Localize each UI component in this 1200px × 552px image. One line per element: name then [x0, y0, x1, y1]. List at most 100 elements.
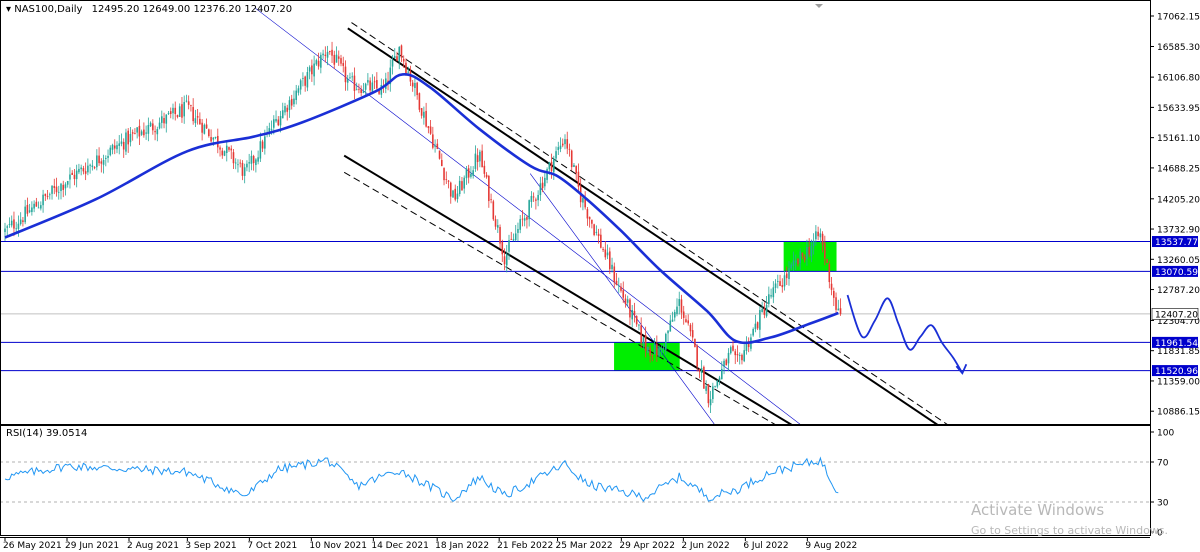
y-tick-label: 13732.90: [1157, 226, 1200, 236]
demand-zone[interactable]: [614, 342, 680, 371]
candle-body: [297, 88, 300, 93]
candle-body: [35, 201, 38, 207]
candle-body: [609, 251, 611, 270]
level-price-label: 11520.96: [1155, 367, 1198, 377]
candle-body: [429, 126, 432, 134]
candle-body: [317, 60, 320, 67]
candle-body: [270, 129, 273, 131]
candle-body: [454, 188, 457, 200]
dropdown-triangle-icon[interactable]: ▾: [6, 4, 11, 15]
candle-body: [212, 137, 215, 140]
candle-body: [476, 155, 479, 163]
candle-body: [147, 124, 150, 134]
candle-body: [284, 106, 286, 113]
level-price-label: 13070.59: [1155, 268, 1198, 278]
candle-body: [311, 65, 313, 75]
candle-body: [120, 141, 123, 144]
price-chart: 17062.15 16585.30 16106.80 15633.95 15161.10…: [0, 0, 1200, 551]
candle-body: [400, 45, 403, 58]
candle-body: [223, 151, 226, 156]
candle-body: [470, 173, 472, 177]
candle-body: [232, 152, 235, 164]
candle-body: [44, 193, 47, 196]
candle-body: [111, 144, 114, 150]
candle-body: [290, 98, 293, 106]
candle-body: [481, 150, 483, 168]
candle-body: [725, 359, 728, 366]
candle-body: [673, 311, 676, 318]
candle-body: [324, 54, 327, 56]
candle-body: [84, 171, 87, 174]
candle-body: [703, 366, 705, 389]
x-tick-label: 10 Nov 2021: [309, 541, 367, 551]
candle-body: [494, 219, 497, 227]
candle-body: [367, 80, 369, 83]
candle-body: [707, 384, 710, 404]
candle-body: [490, 199, 492, 200]
candle-body: [346, 78, 349, 83]
x-tick-label: 2 Aug 2021: [127, 541, 179, 551]
y-tick-label: 14688.25: [1157, 164, 1200, 174]
candle-body: [176, 115, 179, 117]
candle-body: [808, 246, 810, 255]
candle-body: [165, 114, 168, 124]
candle-body: [243, 167, 246, 176]
candle: [647, 346, 649, 354]
candle-body: [22, 220, 24, 223]
candle-body: [514, 233, 517, 241]
candle-body: [13, 219, 15, 229]
candle-body: [501, 241, 504, 255]
candle-body: [438, 150, 441, 159]
main-panel: [0, 0, 1151, 425]
candle-body: [656, 343, 658, 356]
candle-body: [42, 194, 44, 206]
candle-body: [835, 297, 837, 310]
candle-body: [411, 82, 414, 87]
candle-body: [190, 105, 192, 106]
candle-body: [333, 54, 336, 65]
candle-body: [736, 354, 739, 356]
candle-body: [729, 347, 732, 354]
candle-body: [777, 281, 779, 282]
candle-body: [340, 58, 342, 64]
watermark-title: Activate Windows: [971, 501, 1105, 519]
rsi-tick-label: 30: [1157, 499, 1169, 509]
candle-body: [329, 50, 331, 53]
candle-body: [17, 223, 20, 229]
candle-body: [718, 377, 721, 381]
candle-body: [152, 123, 154, 131]
candle-body: [91, 165, 94, 168]
rsi-tick-label: 100: [1157, 429, 1174, 439]
candle-body: [100, 161, 103, 164]
candle-body: [295, 90, 297, 101]
candle-body: [783, 275, 786, 287]
candle-body: [414, 82, 416, 89]
candle-body: [320, 54, 322, 68]
candle-body: [402, 58, 405, 62]
candle-body: [8, 223, 11, 225]
candle-body: [355, 89, 358, 91]
candle-body: [342, 63, 345, 66]
x-tick-label: 7 Oct 2021: [247, 541, 297, 551]
candle-body: [644, 335, 647, 351]
candle-body: [653, 343, 656, 355]
candle-body: [449, 182, 452, 197]
candle-body: [156, 128, 159, 135]
candle-body: [709, 399, 712, 406]
candle-body: [526, 217, 528, 220]
candle-body: [425, 110, 427, 127]
candle-body: [149, 122, 152, 127]
candle-body: [51, 185, 53, 194]
symbol-label: NAS100,Daily: [14, 4, 83, 15]
candle-body: [667, 330, 669, 334]
candle-body: [225, 145, 228, 154]
candle-body: [219, 147, 221, 150]
candle-body: [761, 309, 763, 313]
candle-body: [71, 172, 73, 175]
candle-body: [647, 346, 649, 353]
candle-body: [774, 283, 777, 288]
candle-body: [492, 201, 495, 220]
candle-body: [261, 141, 264, 149]
candle-body: [555, 151, 557, 159]
candle-body: [80, 167, 82, 170]
